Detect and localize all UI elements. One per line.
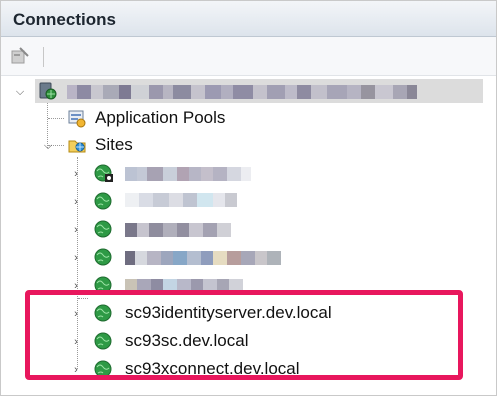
- connect-icon: [11, 47, 29, 64]
- panel-header: Connections: [1, 1, 496, 37]
- globe-icon: [93, 247, 113, 267]
- site-label-redacted: [125, 251, 281, 265]
- tree-node-sites[interactable]: ⌵ Sites: [1, 133, 491, 159]
- tree-node-site[interactable]: ›: [1, 189, 491, 215]
- globe-icon: [93, 219, 113, 239]
- site-label-redacted: [125, 193, 237, 207]
- chevron-right-icon[interactable]: ›: [69, 195, 83, 209]
- toolbar-separator: [43, 47, 44, 67]
- panel-title: Connections: [13, 10, 116, 29]
- application-pools-icon: [67, 108, 87, 128]
- globe-icon: [93, 191, 113, 211]
- chevron-right-icon[interactable]: ›: [69, 167, 83, 181]
- tree-node-site[interactable]: ›: [1, 161, 491, 187]
- tree-node-application-pools[interactable]: Application Pools: [1, 106, 491, 132]
- chevron-right-icon[interactable]: ›: [69, 223, 83, 237]
- sites-folder-icon: [67, 135, 87, 155]
- chevron-right-icon[interactable]: ›: [69, 251, 83, 265]
- connect-button[interactable]: [9, 45, 31, 67]
- connections-panel: Connections ⌵ Application Pools ⌵ Sites …: [0, 0, 497, 396]
- tree-node-site[interactable]: ›: [1, 245, 491, 271]
- server-icon: [37, 81, 57, 101]
- sites-label: Sites: [95, 135, 133, 154]
- highlight-annotation-box: [25, 290, 463, 380]
- root-label-redacted: [67, 85, 417, 99]
- toolbar: [1, 37, 496, 76]
- globe-icon: [93, 163, 113, 183]
- site-label-redacted: [125, 223, 231, 237]
- chevron-down-icon[interactable]: ⌵: [41, 139, 55, 153]
- tree-node-server[interactable]: ⌵: [1, 79, 491, 105]
- application-pools-label: Application Pools: [95, 108, 226, 127]
- site-label-redacted: [125, 167, 251, 181]
- tree-node-site[interactable]: ›: [1, 217, 491, 243]
- chevron-down-icon[interactable]: ⌵: [13, 85, 27, 99]
